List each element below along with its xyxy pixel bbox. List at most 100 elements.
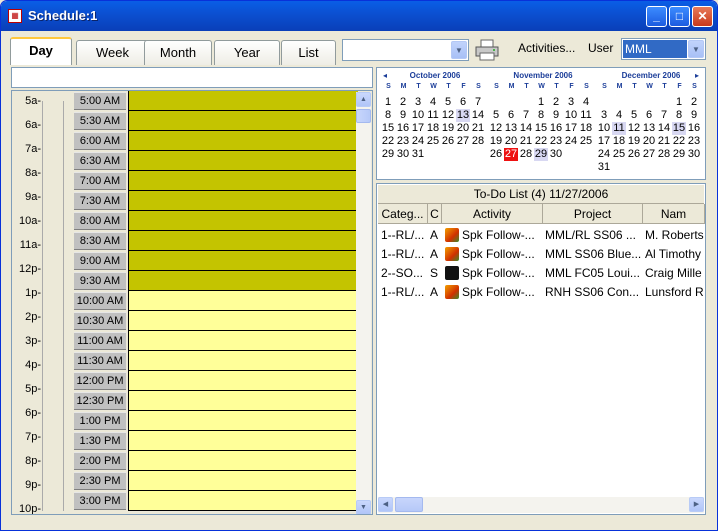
todo-category[interactable]: 2--SO...	[381, 264, 427, 282]
time-slot[interactable]	[128, 151, 358, 171]
chevron-down-icon[interactable]: ▼	[688, 40, 704, 58]
time-slot[interactable]	[128, 351, 358, 371]
calendar-day[interactable]: 12	[489, 122, 503, 135]
calendar-day[interactable]: 8	[534, 109, 548, 122]
time-slot[interactable]	[128, 111, 358, 131]
todo-activity[interactable]: Spk Follow-...	[462, 283, 542, 301]
calendar-day[interactable]: 24	[411, 135, 425, 148]
calendar-day[interactable]: 29	[381, 148, 395, 161]
calendar-day[interactable]: 5	[627, 109, 641, 122]
mini-calendar[interactable]: October 2006 ◂ S M T W T F S 1 2 3 4 5 6 7 8 9 10 11 12 13 14 1…	[376, 67, 706, 180]
close-button[interactable]: ✕	[692, 6, 713, 27]
tab-day[interactable]: Day	[10, 37, 72, 65]
calendar-day[interactable]: 18	[612, 135, 626, 148]
calendar-day[interactable]: 25	[612, 148, 626, 161]
time-slot[interactable]	[128, 191, 358, 211]
time-slot[interactable]	[128, 291, 358, 311]
time-slot[interactable]	[128, 231, 358, 251]
time-slot[interactable]	[128, 491, 358, 511]
todo-c[interactable]: A	[430, 245, 442, 263]
calendar-day[interactable]: 22	[534, 135, 548, 148]
time-slot[interactable]	[128, 171, 358, 191]
calendar-day[interactable]: 15	[534, 122, 548, 135]
calendar-day[interactable]: 26	[441, 135, 455, 148]
tab-week[interactable]: Week	[76, 40, 149, 65]
time-slot[interactable]	[128, 91, 358, 111]
calendar-day[interactable]: 28	[657, 148, 671, 161]
time-slot[interactable]	[128, 251, 358, 271]
calendar-day[interactable]: 13	[504, 122, 518, 135]
printer-icon[interactable]	[474, 39, 500, 61]
calendar-day[interactable]: 23	[687, 135, 701, 148]
calendar-day[interactable]: 6	[456, 96, 470, 109]
calendar-day[interactable]: 30	[549, 148, 563, 161]
calendar-day[interactable]: 18	[579, 122, 593, 135]
calendar-day[interactable]: 2	[549, 96, 563, 109]
calendar-day[interactable]: 5	[441, 96, 455, 109]
calendar-day[interactable]: 1	[381, 96, 395, 109]
calendar-day[interactable]: 16	[687, 122, 701, 135]
calendar-day[interactable]: 19	[627, 135, 641, 148]
calendar-day[interactable]: 4	[579, 96, 593, 109]
tab-year[interactable]: Year	[214, 40, 280, 65]
calendar-day[interactable]: 12	[627, 122, 641, 135]
calendar-day[interactable]: 27	[504, 148, 518, 161]
scroll-up-icon[interactable]: ▲	[356, 92, 371, 107]
calendar-day[interactable]: 22	[381, 135, 395, 148]
calendar-day[interactable]: 15	[672, 122, 686, 135]
calendar-day[interactable]: 10	[597, 122, 611, 135]
day-scrollbar[interactable]: ▲ ▼	[356, 92, 371, 514]
calendar-day[interactable]: 19	[489, 135, 503, 148]
calendar-day[interactable]: 9	[396, 109, 410, 122]
calendar-day[interactable]: 11	[426, 109, 440, 122]
time-slot[interactable]	[128, 451, 358, 471]
calendar-day[interactable]: 17	[597, 135, 611, 148]
todo-project[interactable]: MML SS06 Blue...	[545, 245, 642, 263]
activities-button[interactable]: Activities...	[518, 41, 575, 55]
calendar-day[interactable]: 12	[441, 109, 455, 122]
day-view[interactable]: 5a- 6a- 7a- 8a- 9a- 10a- 11a- 12p- 1p- 2p- 3p- 4p- 5…	[11, 90, 373, 515]
calendar-day[interactable]: 3	[597, 109, 611, 122]
calendar-day[interactable]: 16	[396, 122, 410, 135]
tab-list[interactable]: List	[281, 40, 336, 65]
next-month-icon[interactable]: ▸	[695, 71, 699, 80]
calendar-day[interactable]: 25	[579, 135, 593, 148]
todo-project[interactable]: MML/RL SS06 ...	[545, 226, 642, 244]
scroll-thumb[interactable]	[356, 109, 371, 123]
maximize-button[interactable]: □	[669, 6, 690, 27]
prev-month-icon[interactable]: ◂	[383, 71, 387, 80]
calendar-day[interactable]: 21	[657, 135, 671, 148]
calendar-day[interactable]: 6	[504, 109, 518, 122]
time-slot[interactable]	[128, 371, 358, 391]
calendar-day[interactable]: 25	[426, 135, 440, 148]
calendar-day[interactable]: 13	[456, 109, 470, 122]
calendar-day[interactable]: 16	[549, 122, 563, 135]
minimize-button[interactable]: _	[646, 6, 667, 27]
calendar-day[interactable]: 14	[657, 122, 671, 135]
calendar-day[interactable]: 4	[612, 109, 626, 122]
calendar-day[interactable]: 26	[627, 148, 641, 161]
calendar-day[interactable]: 9	[687, 109, 701, 122]
scroll-right-icon[interactable]: ▶	[689, 497, 704, 512]
calendar-day[interactable]: 1	[534, 96, 548, 109]
calendar-day[interactable]: 23	[396, 135, 410, 148]
todo-category[interactable]: 1--RL/...	[381, 283, 427, 301]
todo-scrollbar[interactable]: ◀ ▶	[378, 497, 704, 513]
calendar-day[interactable]: 27	[456, 135, 470, 148]
tab-month[interactable]: Month	[144, 40, 212, 65]
calendar-day[interactable]: 26	[489, 148, 503, 161]
calendar-day[interactable]: 10	[564, 109, 578, 122]
calendar-day[interactable]: 28	[471, 135, 485, 148]
calendar-day[interactable]: 2	[687, 96, 701, 109]
calendar-day[interactable]: 14	[471, 109, 485, 122]
calendar-day[interactable]: 11	[612, 122, 626, 135]
calendar-day[interactable]: 31	[411, 148, 425, 161]
todo-category[interactable]: 1--RL/...	[381, 245, 427, 263]
column-category[interactable]: Categ...	[378, 204, 428, 224]
calendar-day[interactable]: 13	[642, 122, 656, 135]
calendar-day[interactable]: 21	[519, 135, 533, 148]
column-project[interactable]: Project	[543, 204, 643, 224]
todo-category[interactable]: 1--RL/...	[381, 226, 427, 244]
calendar-day[interactable]: 9	[549, 109, 563, 122]
calendar-day[interactable]: 17	[411, 122, 425, 135]
